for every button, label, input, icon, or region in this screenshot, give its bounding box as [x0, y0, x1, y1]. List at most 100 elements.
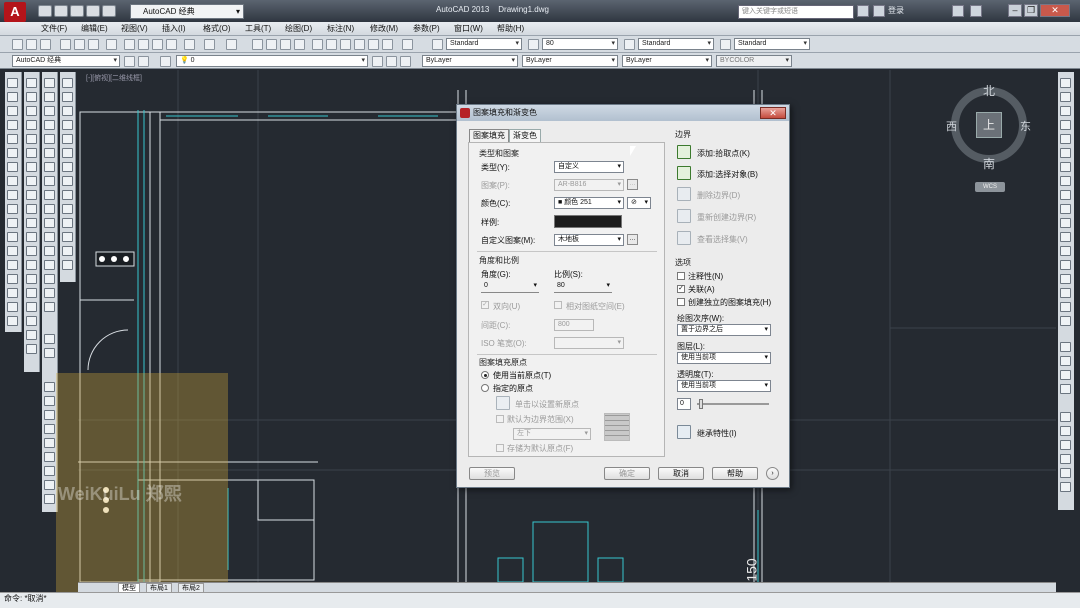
snap-quadrant-icon[interactable] [44, 190, 55, 200]
custom-pattern-select[interactable]: 木地板 ▾ [554, 234, 624, 246]
tab-gradient[interactable]: 渐变色 [509, 129, 541, 142]
fly-icon[interactable] [44, 466, 55, 476]
table-icon[interactable] [7, 316, 18, 326]
set-origin-icon[interactable] [496, 396, 510, 410]
break-icon[interactable] [26, 232, 37, 242]
linetype-select[interactable]: ByLayer ▾ [522, 55, 618, 67]
recreate-boundary-label[interactable]: 重新创建边界(R) [697, 212, 756, 223]
help-button[interactable]: 帮助 [712, 467, 758, 480]
region-mass-icon[interactable] [62, 106, 73, 116]
help-icon[interactable] [402, 39, 413, 50]
relative-paper-checkbox[interactable] [554, 301, 562, 309]
text-icon[interactable] [26, 302, 37, 312]
snap-extension-icon[interactable] [44, 162, 55, 172]
origin-position-select[interactable]: 左下 ▾ [513, 428, 591, 440]
type-select[interactable]: 自定义 ▾ [554, 161, 624, 173]
join-icon[interactable] [26, 246, 37, 256]
layer-match-icon[interactable] [62, 246, 73, 256]
revision-cloud-icon[interactable] [7, 176, 18, 186]
zoom-in-icon[interactable] [1060, 342, 1071, 352]
fillet-icon[interactable] [26, 274, 37, 284]
layer-lock-icon[interactable] [62, 190, 73, 200]
dim-style-select[interactable]: Standard ▾ [638, 38, 714, 50]
design-center-icon[interactable] [326, 39, 337, 50]
layer-unisolate-icon[interactable] [62, 260, 73, 270]
view-selection-icon[interactable] [677, 231, 691, 245]
viewcube-top-face[interactable]: 上 [976, 112, 1002, 138]
snap-midpoint-icon[interactable] [44, 120, 55, 130]
3d-print-icon[interactable] [106, 39, 117, 50]
snap-nearest-icon[interactable] [44, 274, 55, 284]
background-color-select[interactable]: ⊘ ▾ [627, 197, 651, 209]
match-properties-icon[interactable] [166, 39, 177, 50]
exchange-icon[interactable] [952, 5, 964, 17]
layers-palette-icon[interactable] [1060, 426, 1071, 436]
workspace-select[interactable]: AutoCAD 经典 ▾ [130, 4, 244, 19]
quick-dim-icon[interactable] [1060, 190, 1071, 200]
explode-icon[interactable] [26, 288, 37, 298]
snap-settings-icon[interactable] [44, 302, 55, 312]
new-icon[interactable] [12, 39, 23, 50]
zoom-extents-icon[interactable] [1060, 384, 1071, 394]
dim-style-icon[interactable] [528, 39, 539, 50]
dim-space-icon[interactable] [1060, 232, 1071, 242]
plotstyle-select[interactable]: BYCOLOR ▾ [716, 55, 792, 67]
transparency-number-input[interactable]: 0 [677, 398, 691, 410]
rotate-icon[interactable] [26, 162, 37, 172]
hatch-icon[interactable] [7, 274, 18, 284]
menu-view[interactable]: 视图(V) [121, 23, 148, 34]
remove-boundary-label[interactable]: 删除边界(D) [697, 190, 740, 201]
snap-parallel-icon[interactable] [44, 232, 55, 242]
preview-icon[interactable] [74, 39, 85, 50]
locate-point-icon[interactable] [62, 134, 73, 144]
render-icon[interactable] [44, 334, 55, 344]
autocad-logo-icon[interactable]: A [4, 2, 26, 22]
inherit-properties-label[interactable]: 继承特性(I) [697, 428, 737, 439]
markup-set-icon[interactable] [1060, 482, 1071, 492]
animation-icon[interactable] [44, 480, 55, 490]
add-pick-point-label[interactable]: 添加:拾取点(K) [697, 148, 750, 159]
plot-icon[interactable] [60, 39, 71, 50]
workspace-icon[interactable] [138, 56, 149, 67]
minimize-button[interactable]: – [1008, 4, 1022, 17]
compass-south[interactable]: 南 [983, 155, 995, 172]
dim-edit-icon[interactable] [1060, 316, 1071, 326]
store-default-checkbox[interactable] [496, 444, 504, 452]
table-style-select[interactable]: Standard ▾ [734, 38, 810, 50]
area-icon[interactable] [62, 92, 73, 102]
multileader-style-icon[interactable] [720, 39, 731, 50]
pattern-select[interactable]: AR-B816 ▾ [554, 179, 624, 191]
menu-file[interactable]: 文件(F) [41, 23, 67, 34]
lineweight-select[interactable]: ByLayer ▾ [622, 55, 712, 67]
search-input[interactable]: 键入关键字或短语 [738, 5, 854, 19]
orbit-icon[interactable] [44, 382, 55, 392]
camera-icon[interactable] [44, 438, 55, 448]
default-extent-checkbox[interactable] [496, 415, 504, 423]
zoom-out-icon[interactable] [1060, 356, 1071, 366]
dim-linear-icon[interactable] [1060, 78, 1071, 88]
cancel-button[interactable]: 取消 [658, 467, 704, 480]
view-selection-label[interactable]: 查看选择集(V) [697, 234, 748, 245]
close-button[interactable]: ✕ [1040, 4, 1070, 17]
pan-icon[interactable] [252, 39, 263, 50]
text-style-icon[interactable] [432, 39, 443, 50]
quickcalc-icon[interactable] [382, 39, 393, 50]
scale-icon[interactable] [26, 176, 37, 186]
center-mark-icon[interactable] [1060, 274, 1071, 284]
dim-baseline-icon[interactable] [1060, 204, 1071, 214]
layer-freeze-icon[interactable] [62, 162, 73, 172]
walk-icon[interactable] [44, 452, 55, 462]
copy-object-icon[interactable] [26, 92, 37, 102]
dim-angular-icon[interactable] [1060, 176, 1071, 186]
array-icon[interactable] [26, 134, 37, 144]
double-checkbox[interactable]: ✓ [481, 301, 489, 309]
workspace-combo[interactable]: AutoCAD 经典 ▾ [12, 55, 120, 67]
snap-from-icon[interactable] [44, 92, 55, 102]
iso-pen-select[interactable]: ▾ [554, 337, 624, 349]
command-line[interactable]: 命令: *取消* [0, 592, 1080, 608]
add-select-objects-icon[interactable] [677, 166, 691, 180]
snap-insert-icon[interactable] [44, 246, 55, 256]
compass-west[interactable]: 西 [946, 118, 957, 134]
origin-current-radio[interactable] [481, 371, 489, 379]
transparency-slider-thumb[interactable] [699, 399, 703, 409]
